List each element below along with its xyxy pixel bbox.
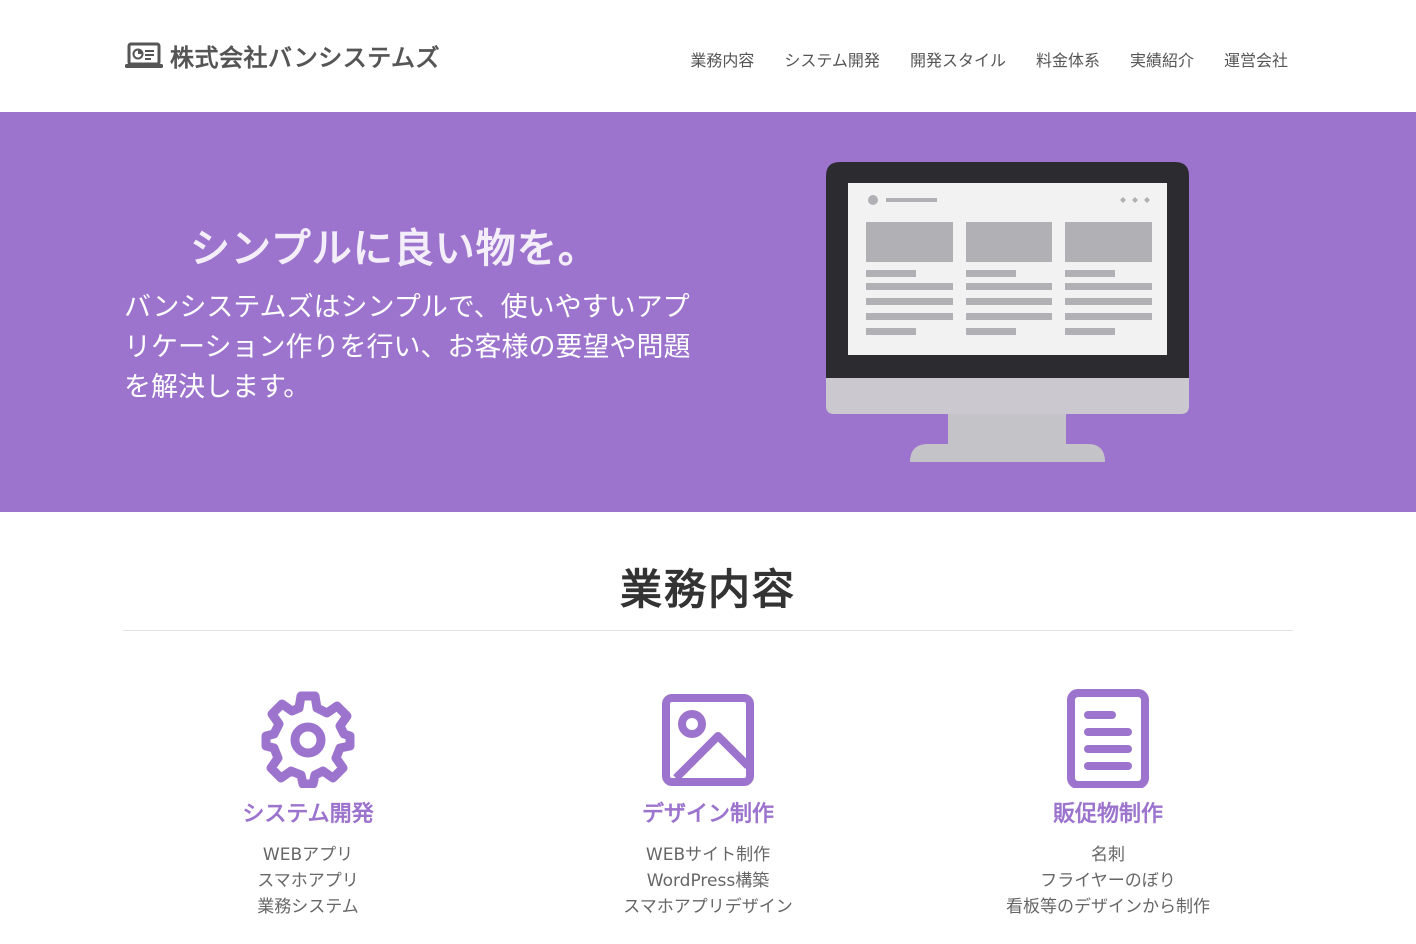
hero-title: シンプルに良い物を。 bbox=[190, 226, 599, 272]
service-design: デザイン制作 WEBサイト制作 WordPress構築 スマホアプリデザイン bbox=[508, 688, 908, 920]
list-item: フライヤーのぼり bbox=[1040, 871, 1176, 891]
services-heading: 業務内容 bbox=[619, 565, 796, 614]
nav-item-company[interactable]: 運営会社 bbox=[1224, 47, 1288, 71]
main-nav: 業務内容 システム開発 開発スタイル 料金体系 実績紹介 運営会社 bbox=[660, 47, 1288, 71]
image-icon bbox=[662, 694, 754, 786]
list-item: WEBアプリ bbox=[262, 845, 354, 865]
service-title: デザイン制作 bbox=[641, 802, 774, 827]
service-title: 販促物制作 bbox=[1052, 802, 1163, 827]
hero-description: バンシステムズはシンプルで、使いやすいアプリケーション作りを行い、お客様の要望や… bbox=[124, 292, 691, 403]
document-icon bbox=[1067, 689, 1149, 788]
list-item: 看板等のデザインから制作 bbox=[1006, 897, 1210, 917]
nav-item-pricing[interactable]: 料金体系 bbox=[1036, 47, 1100, 71]
list-item: 業務システム bbox=[257, 897, 359, 917]
service-list: WEBサイト制作 WordPress構築 スマホアプリデザイン bbox=[508, 842, 908, 920]
service-list: 名刺 フライヤーのぼり 看板等のデザインから制作 bbox=[908, 842, 1308, 920]
service-system-development: システム開発 WEBアプリ スマホアプリ 業務システム bbox=[108, 688, 508, 920]
hero-banner: シンプルに良い物を。 バンシステムズはシンプルで、使いやすいアプリケーション作り… bbox=[0, 112, 1416, 512]
logo-text: 株式会社バンシステムズ bbox=[170, 44, 440, 72]
list-item: WEBサイト制作 bbox=[645, 845, 771, 865]
section-divider bbox=[123, 630, 1293, 631]
nav-item-system-development[interactable]: システム開発 bbox=[784, 47, 880, 71]
service-title: システム開発 bbox=[242, 802, 374, 827]
desktop-monitor-icon bbox=[826, 162, 1189, 462]
laptop-chart-icon bbox=[125, 42, 163, 68]
gear-icon bbox=[261, 691, 355, 788]
nav-item-works[interactable]: 実績紹介 bbox=[1130, 47, 1194, 71]
service-promotional: 販促物制作 名刺 フライヤーのぼり 看板等のデザインから制作 bbox=[908, 688, 1308, 920]
site-header: 株式会社バンシステムズ 業務内容 システム開発 開発スタイル 料金体系 実績紹介… bbox=[0, 0, 1416, 112]
list-item: 名刺 bbox=[1091, 845, 1125, 865]
list-item: スマホアプリ bbox=[257, 871, 359, 891]
list-item: スマホアプリデザイン bbox=[623, 897, 793, 917]
list-item: WordPress構築 bbox=[646, 871, 770, 891]
nav-item-development-style[interactable]: 開発スタイル bbox=[910, 47, 1006, 71]
service-list: WEBアプリ スマホアプリ 業務システム bbox=[108, 842, 508, 920]
nav-item-services[interactable]: 業務内容 bbox=[690, 47, 754, 71]
site-logo[interactable]: 株式会社バンシステムズ bbox=[124, 38, 440, 73]
